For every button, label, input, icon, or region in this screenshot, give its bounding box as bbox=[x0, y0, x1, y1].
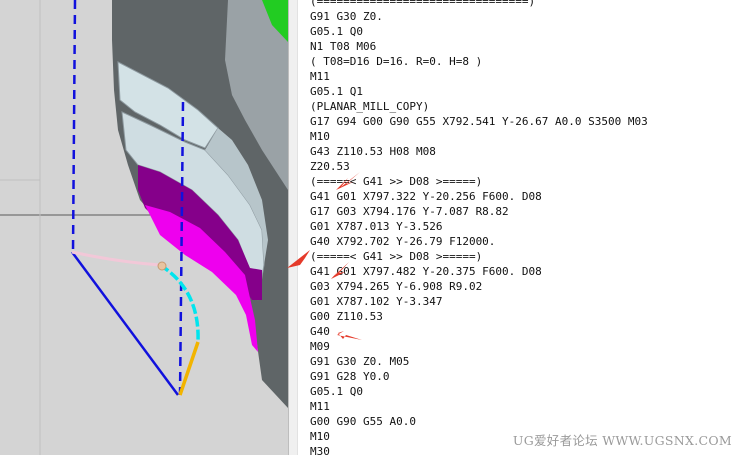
code-line[interactable]: G91 G30 Z0. bbox=[310, 9, 648, 24]
code-line[interactable]: (=====< G41 >> D08 >=====) bbox=[310, 174, 648, 189]
code-line[interactable]: M11 bbox=[310, 69, 648, 84]
panel-splitter[interactable] bbox=[288, 0, 298, 455]
code-line[interactable]: G91 G28 Y0.0 bbox=[310, 369, 648, 384]
code-line[interactable]: G41 G01 X797.482 Y-20.375 F600. D08 bbox=[310, 264, 648, 279]
code-line[interactable]: M11 bbox=[310, 399, 648, 414]
code-line[interactable]: (================================) bbox=[310, 0, 648, 9]
code-line[interactable]: (PLANAR_MILL_COPY) bbox=[310, 99, 648, 114]
toolpath-start-point[interactable] bbox=[157, 261, 167, 271]
code-line[interactable]: G03 X794.265 Y-6.908 R9.02 bbox=[310, 279, 648, 294]
code-line[interactable]: G17 G03 X794.176 Y-7.087 R8.82 bbox=[310, 204, 648, 219]
code-line[interactable]: G05.1 Q0 bbox=[310, 384, 648, 399]
code-line[interactable]: G43 Z110.53 H08 M08 bbox=[310, 144, 648, 159]
code-line[interactable]: G05.1 Q1 bbox=[310, 84, 648, 99]
code-line[interactable]: G91 G30 Z0. M05 bbox=[310, 354, 648, 369]
code-line[interactable]: G00 G90 G55 A0.0 bbox=[310, 414, 648, 429]
code-line[interactable]: Z20.53 bbox=[310, 159, 648, 174]
code-line[interactable]: G01 X787.102 Y-3.347 bbox=[310, 294, 648, 309]
code-line[interactable]: G05.1 Q0 bbox=[310, 24, 648, 39]
code-line[interactable]: G00 Z110.53 bbox=[310, 309, 648, 324]
cam-model-svg bbox=[0, 0, 288, 455]
code-line[interactable]: M10 bbox=[310, 129, 648, 144]
code-line[interactable]: (=====< G41 >> D08 >=====) bbox=[310, 249, 648, 264]
nc-code-panel[interactable]: (================================) G91 G… bbox=[298, 0, 738, 455]
code-line[interactable]: G40 X792.702 Y-26.79 F12000. bbox=[310, 234, 648, 249]
code-line[interactable]: G40 bbox=[310, 324, 648, 339]
code-line[interactable]: ( T08=D16 D=16. R=0. H=8 ) bbox=[310, 54, 648, 69]
code-line[interactable]: N1 T08 M06 bbox=[310, 39, 648, 54]
nc-code-list: (================================) G91 G… bbox=[310, 0, 648, 455]
graphics-viewport[interactable] bbox=[0, 0, 288, 455]
watermark: UG爱好者论坛 WWW.UGSNX.COM bbox=[512, 433, 732, 448]
code-line[interactable]: G17 G94 G00 G90 G55 X792.541 Y-26.67 A0.… bbox=[310, 114, 648, 129]
code-line[interactable]: M09 bbox=[310, 339, 648, 354]
code-line[interactable]: G01 X787.013 Y-3.526 bbox=[310, 219, 648, 234]
code-line[interactable]: G41 G01 X797.322 Y-20.256 F600. D08 bbox=[310, 189, 648, 204]
